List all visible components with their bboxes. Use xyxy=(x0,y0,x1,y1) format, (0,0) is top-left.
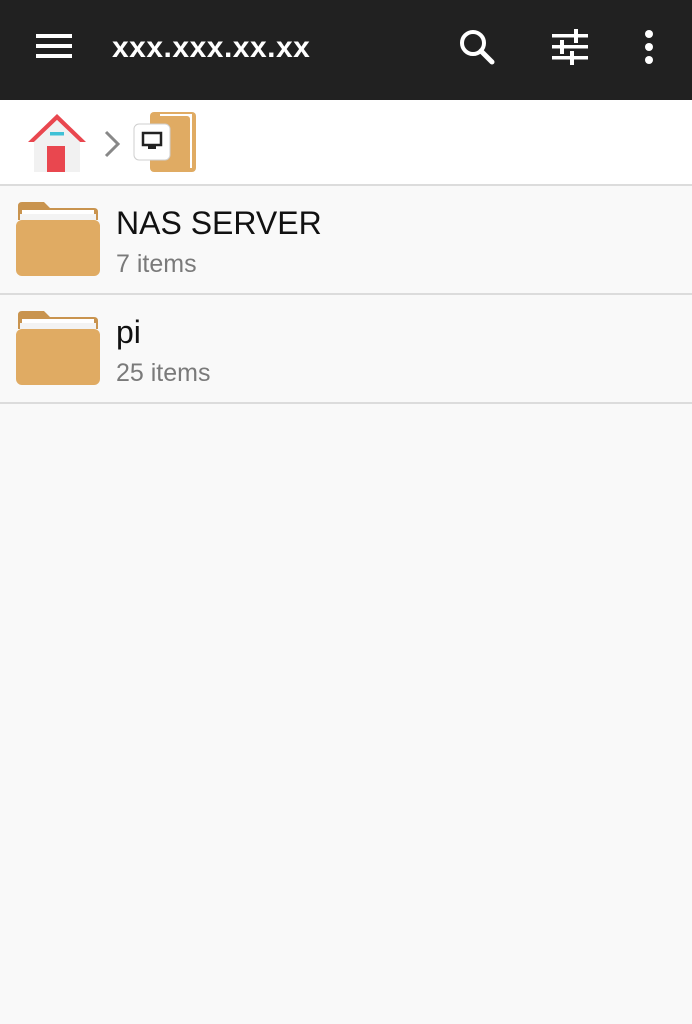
app-bar: xxx.xxx.xx.xx xyxy=(0,0,692,100)
folder-icon xyxy=(14,309,102,387)
file-list: NAS SERVER 7 items pi 25 items xyxy=(0,186,692,404)
folder-item-count: 25 items xyxy=(116,359,211,387)
folder-icon xyxy=(14,200,102,278)
search-icon[interactable] xyxy=(456,26,498,68)
home-icon[interactable] xyxy=(24,112,90,174)
folder-name: pi xyxy=(116,314,141,350)
folder-item-count: 7 items xyxy=(116,250,197,278)
more-vertical-icon[interactable] xyxy=(636,26,662,68)
sliders-icon[interactable] xyxy=(548,26,592,68)
breadcrumb xyxy=(0,100,692,186)
network-device-folder-icon[interactable] xyxy=(132,110,200,176)
app-title: xxx.xxx.xx.xx xyxy=(112,31,311,64)
list-item[interactable]: pi 25 items xyxy=(0,295,692,404)
hamburger-menu-icon[interactable] xyxy=(34,30,74,62)
list-item[interactable]: NAS SERVER 7 items xyxy=(0,186,692,295)
folder-name: NAS SERVER xyxy=(116,205,322,241)
chevron-right-icon xyxy=(102,128,122,160)
